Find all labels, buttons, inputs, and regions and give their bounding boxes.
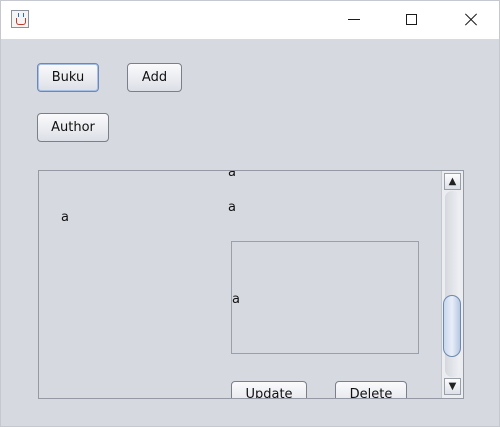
delete-button-label: Delete xyxy=(349,387,393,398)
scroll-thumb[interactable] xyxy=(443,295,461,357)
app-window: Buku Add Author a a a a Update Delete ▲ … xyxy=(0,0,500,427)
maximize-icon xyxy=(406,14,417,25)
buku-button-label: Buku xyxy=(51,70,85,85)
update-button-label: Update xyxy=(245,387,293,398)
scroll-up-arrow-icon[interactable]: ▲ xyxy=(444,173,461,190)
add-button[interactable]: Add xyxy=(127,63,182,92)
field-label: a xyxy=(228,171,236,180)
close-button[interactable] xyxy=(447,1,493,39)
scroll-pane[interactable]: a a a a Update Delete ▲ ▼ xyxy=(38,170,464,399)
java-cup-icon xyxy=(11,10,29,28)
delete-button[interactable]: Delete xyxy=(335,381,407,398)
author-button-label: Author xyxy=(51,120,95,135)
scroll-down-arrow-icon[interactable]: ▼ xyxy=(444,378,461,395)
field-label: a xyxy=(61,210,69,225)
add-button-label: Add xyxy=(141,70,168,85)
vertical-scrollbar[interactable]: ▲ ▼ xyxy=(441,171,463,398)
field-label: a xyxy=(232,292,240,307)
scroll-viewport: a a a a Update Delete xyxy=(39,171,441,398)
buku-button[interactable]: Buku xyxy=(37,63,99,92)
update-button[interactable]: Update xyxy=(231,381,307,398)
minimize-icon xyxy=(348,19,360,20)
minimize-button[interactable] xyxy=(331,1,377,39)
title-bar[interactable] xyxy=(1,1,499,39)
maximize-button[interactable] xyxy=(388,1,434,39)
author-button[interactable]: Author xyxy=(37,113,109,142)
text-area-box[interactable] xyxy=(231,241,419,354)
java-cup-shape xyxy=(16,18,26,25)
field-label: a xyxy=(228,200,236,215)
java-steam-shape xyxy=(18,13,24,17)
